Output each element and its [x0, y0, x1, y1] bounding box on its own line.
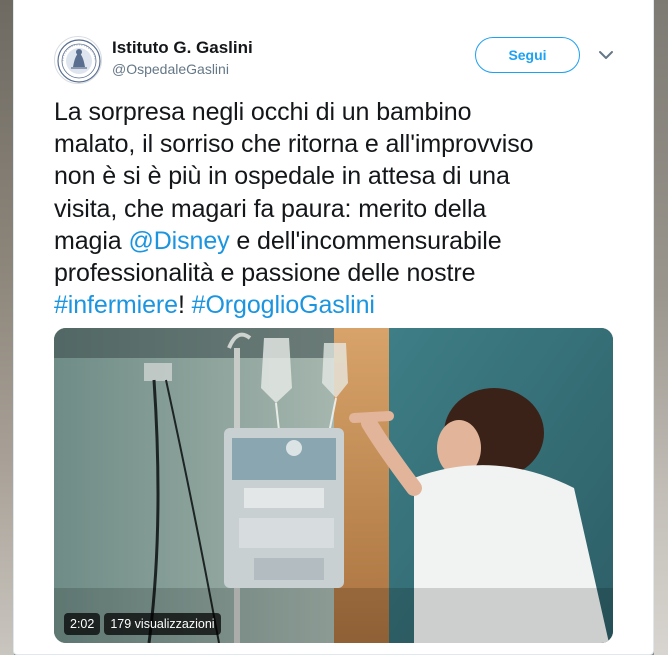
video-duration-badge: 2:02: [64, 613, 101, 635]
author-handle[interactable]: @OspedaleGaslini: [112, 61, 229, 77]
hashtag-link[interactable]: #infermiere: [54, 291, 178, 319]
video-thumbnail: [54, 328, 613, 643]
mention-link[interactable]: @Disney: [128, 227, 229, 255]
page-backdrop-left: [0, 0, 14, 655]
chevron-down-icon[interactable]: [597, 46, 615, 64]
tweet-text-line: !: [177, 291, 192, 320]
tweet-header: Istituto G. Gaslini @OspedaleGaslini Seg…: [54, 36, 634, 86]
tweet-text-line: La sorpresa negli occhi di un bambino: [54, 98, 472, 126]
hashtag-link[interactable]: #OrgoglioGaslini: [192, 291, 375, 319]
tweet-text-line: e dell'incommensurabile: [229, 226, 502, 255]
tweet-card: Istituto G. Gaslini @OspedaleGaslini Seg…: [13, 0, 654, 655]
avatar[interactable]: [54, 36, 102, 84]
tweet-text-line: non è si è più in ospedale in attesa di …: [54, 162, 510, 191]
follow-button[interactable]: Segui: [475, 37, 580, 73]
tweet-text-line: malato, il sorriso che ritorna e all'imp…: [54, 130, 534, 159]
page-backdrop-right: [654, 0, 668, 655]
video-views-badge: 179 visualizzazioni: [104, 613, 221, 635]
tweet-text-line: visita, che magari fa paura: merito dell…: [54, 194, 487, 223]
video-player[interactable]: 2:02 179 visualizzazioni: [54, 328, 613, 643]
tweet-text-line: professionalità e passione delle nostre: [54, 259, 476, 288]
video-badges: 2:02 179 visualizzazioni: [64, 613, 221, 635]
tweet-text: La sorpresa negli occhi di un bambino ma…: [54, 96, 624, 321]
tweet-text-line: magia: [54, 226, 129, 255]
hospital-seal-logo: [57, 39, 101, 83]
author-name[interactable]: Istituto G. Gaslini: [112, 38, 253, 58]
